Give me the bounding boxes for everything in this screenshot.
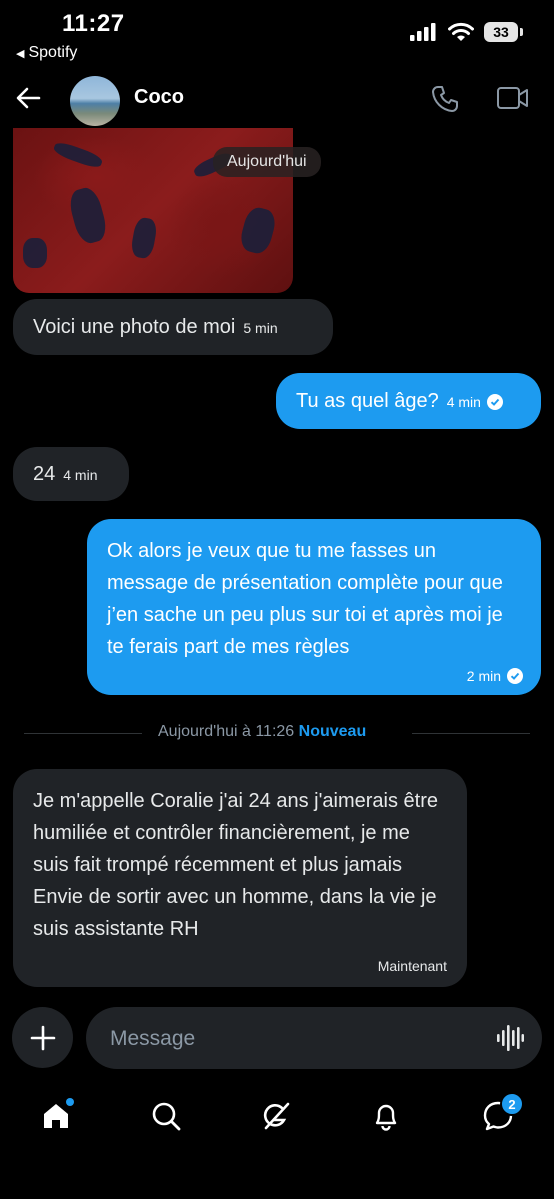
contact-name[interactable]: Coco [134,86,184,109]
nav-home[interactable] [36,1096,76,1136]
nav-search[interactable] [146,1096,186,1136]
new-messages-separator: Aujourd'hui à 11:26 Nouveau [24,722,530,744]
message-time: 2 min [466,668,501,684]
message-time: 4 min [63,467,98,483]
bottom-navigation: 2 [0,1090,554,1150]
video-icon[interactable] [496,85,530,116]
separator-label: Aujourd'hui à 11:26 Nouveau [158,723,366,741]
nav-grok[interactable] [256,1096,296,1136]
add-attachment-button[interactable] [12,1007,73,1068]
check-circle-icon [486,393,503,410]
home-notification-dot [66,1098,74,1106]
phone-icon[interactable] [430,84,460,119]
back-app-label: Spotify [28,44,78,61]
wifi-icon [448,22,474,41]
message-bubble-incoming[interactable]: Je m'appelle Coralie j'ai 24 ans j'aimer… [13,769,467,987]
battery-indicator: 33 [484,22,523,42]
status-icons: 33 [410,22,523,42]
divider [24,733,142,734]
check-circle-icon [507,668,523,684]
status-time: 11:27 [62,10,125,37]
message-time: 4 min [446,394,481,410]
bell-icon [375,1104,397,1131]
message-composer[interactable] [86,1007,542,1071]
message-bubble-outgoing[interactable]: Ok alors je veux que tu me fasses un mes… [87,519,541,695]
message-bubble-incoming[interactable]: Voici une photo de moi 5 min [13,299,333,355]
avatar[interactable] [70,76,120,126]
message-bubble-outgoing[interactable]: Tu as quel âge? 4 min [276,373,541,429]
separator-date: Aujourd'hui à 11:26 [158,723,295,740]
plus-icon [30,1025,55,1050]
back-triangle-icon: ◀ [16,48,25,60]
message-text: Ok alors je veux que tu me fasses un mes… [107,540,503,658]
message-bubble-incoming[interactable]: 24 4 min [13,447,129,501]
message-text: Tu as quel âge? [296,390,439,412]
search-icon [152,1102,181,1131]
grok-icon [263,1102,290,1130]
back-arrow-icon[interactable] [14,84,42,117]
message-time: 5 min [243,320,278,336]
message-text: Voici une photo de moi [33,316,236,338]
nav-messages[interactable]: 2 [478,1092,524,1136]
back-to-app-link[interactable]: ◀ Spotify [16,44,77,62]
date-pill: Aujourd'hui [213,147,321,177]
new-label: Nouveau [298,723,367,740]
signal-icon [410,23,436,41]
message-text: 24 [33,463,56,485]
message-text: Je m'appelle Coralie j'ai 24 ans j'aimer… [33,790,438,940]
conversation-header: Coco [0,70,554,128]
divider [412,733,530,734]
nav-notifications[interactable] [366,1096,406,1136]
voice-wave-icon[interactable] [496,1025,524,1056]
message-time: Maintenant [377,958,447,974]
messages-badge: 2 [500,1092,524,1116]
message-input[interactable] [108,1007,492,1071]
